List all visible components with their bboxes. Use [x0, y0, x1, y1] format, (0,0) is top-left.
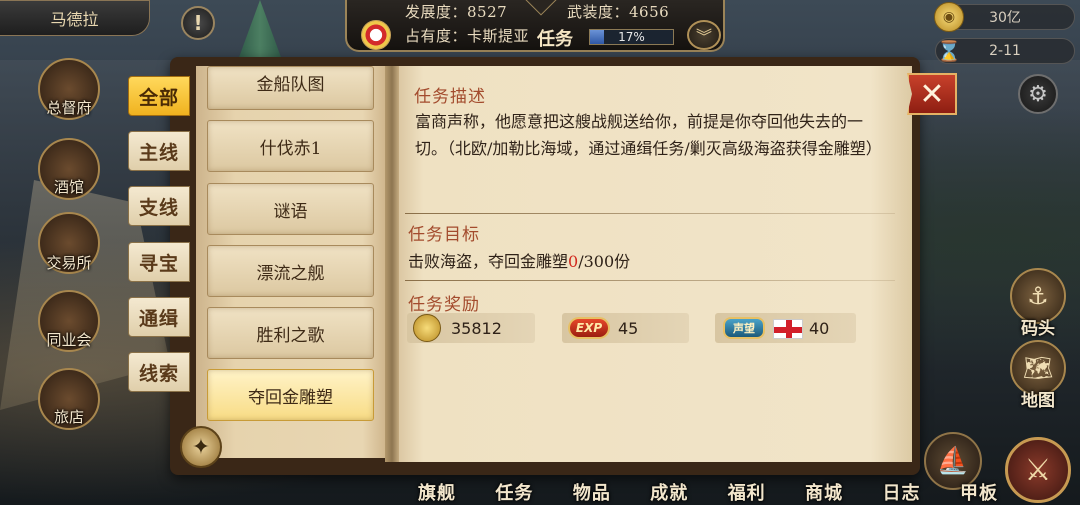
quest-item-label: 谜语	[273, 201, 308, 222]
quest-item[interactable]: 漂流之舰	[207, 245, 374, 297]
nav-log[interactable]: 日志	[883, 479, 921, 505]
nav-deck[interactable]: 甲板	[960, 479, 998, 505]
tab-wanted[interactable]: 通缉	[128, 297, 190, 337]
bottom-nav: 旗舰 任务 物品 成就 福利 商城 日志 甲板	[418, 478, 998, 505]
reward-exp: EXP 45	[562, 313, 689, 343]
stats-divider	[525, 0, 557, 16]
city-name-tab[interactable]: 马德拉	[0, 0, 150, 36]
armament-stat: 武装度：4656	[567, 3, 670, 21]
nation-emblem-icon	[361, 20, 391, 50]
nav-achievements[interactable]: 成就	[650, 479, 688, 505]
tavern-label: 酒馆	[53, 178, 84, 196]
nav-welfare[interactable]: 福利	[728, 479, 766, 505]
reward-gold: 35812	[407, 313, 535, 343]
exp-badge-icon: EXP	[568, 317, 610, 339]
reward-reputation-value: 40	[809, 318, 830, 338]
background-spire	[238, 0, 282, 60]
quest-item-partial[interactable]: 金船队图	[207, 66, 374, 110]
tab-all[interactable]: 全部	[128, 76, 190, 116]
task-progress-bar: 17%	[589, 29, 674, 45]
gear-icon[interactable]: ⚙	[1018, 74, 1058, 114]
tab-side[interactable]: 支线	[128, 186, 190, 226]
exchange-label: 交易所	[46, 254, 92, 272]
quest-item-label: 夺回金雕塑	[248, 387, 333, 408]
reward-exp-value: 45	[618, 318, 639, 338]
task-progress-label: 任务	[537, 29, 573, 50]
alert-icon[interactable]: !	[181, 6, 215, 40]
hourglass-icon: ⌛	[936, 39, 962, 63]
gold-amount: 30亿	[989, 10, 1021, 26]
reward-title: 任务奖励	[408, 295, 480, 315]
date-resource: ⌛ 2-11	[935, 38, 1075, 64]
england-flag-icon	[773, 319, 803, 339]
quest-item-selected[interactable]: 夺回金雕塑	[207, 369, 374, 421]
nav-shop[interactable]: 商城	[805, 479, 843, 505]
compass-icon[interactable]: ✦	[180, 426, 222, 468]
close-icon[interactable]: ✕	[907, 73, 957, 115]
section-divider	[405, 213, 895, 214]
quest-item-label: 胜利之歌	[256, 325, 325, 346]
quest-item-label: 金船队图	[256, 75, 325, 95]
chevron-down-icon[interactable]: ︾	[687, 20, 721, 50]
quest-item[interactable]: 胜利之歌	[207, 307, 374, 359]
quest-goal: 击败海盗，夺回金雕塑0/300份	[408, 248, 630, 272]
city-name: 马德拉	[50, 10, 99, 29]
map-label: 地图	[1021, 391, 1055, 411]
game-screen: 马德拉 ! 发展度：8527 武装度：4656 占有度：卡斯提亚 任务 17% …	[0, 0, 1080, 505]
tab-main[interactable]: 主线	[128, 131, 190, 171]
tab-treasure[interactable]: 寻宝	[128, 242, 190, 282]
battle-icon[interactable]: ⚔	[1005, 437, 1071, 503]
stats-bar: 发展度：8527 武装度：4656 占有度：卡斯提亚 任务 17%	[345, 0, 725, 52]
quest-item[interactable]: 谜语	[207, 183, 374, 235]
coin-icon	[413, 314, 441, 342]
quest-item-label: 什伐赤1	[259, 138, 322, 159]
guild-label: 同业会	[46, 331, 92, 349]
gold-resource: ◉ 30亿	[934, 2, 1075, 32]
task-progress-text: 17%	[618, 30, 645, 44]
reward-gold-value: 35812	[451, 318, 502, 338]
date-value: 2-11	[989, 43, 1021, 59]
quest-item[interactable]: 什伐赤1	[207, 120, 374, 172]
tab-clues[interactable]: 线索	[128, 352, 190, 392]
section-divider	[405, 280, 895, 281]
goal-total: /300份	[578, 252, 631, 271]
quest-description: 富商声称，他愿意把这艘战舰送给你，前提是你夺回他失去的一切。（北欧/加勒比海域，…	[415, 112, 882, 158]
goal-title: 任务目标	[408, 225, 480, 245]
nav-items[interactable]: 物品	[573, 479, 611, 505]
coin-icon: ◉	[934, 2, 964, 32]
quest-item-label: 漂流之舰	[256, 263, 325, 284]
nav-tasks[interactable]: 任务	[495, 479, 533, 505]
goal-current: 0	[568, 252, 579, 271]
inn-label: 旅店	[53, 408, 84, 426]
reputation-badge-icon: 声望	[723, 317, 765, 339]
description-title: 任务描述	[414, 87, 486, 107]
goal-text: 击败海盗，夺回金雕塑	[408, 252, 569, 271]
reward-reputation: 声望 40	[715, 313, 856, 343]
development-stat: 发展度：8527	[405, 3, 508, 21]
book-gutter	[385, 66, 399, 462]
governor-label: 总督府	[46, 99, 92, 117]
dock-label: 码头	[1021, 319, 1055, 339]
nav-flagship[interactable]: 旗舰	[418, 479, 456, 505]
occupancy-stat: 占有度：卡斯提亚	[405, 27, 530, 45]
